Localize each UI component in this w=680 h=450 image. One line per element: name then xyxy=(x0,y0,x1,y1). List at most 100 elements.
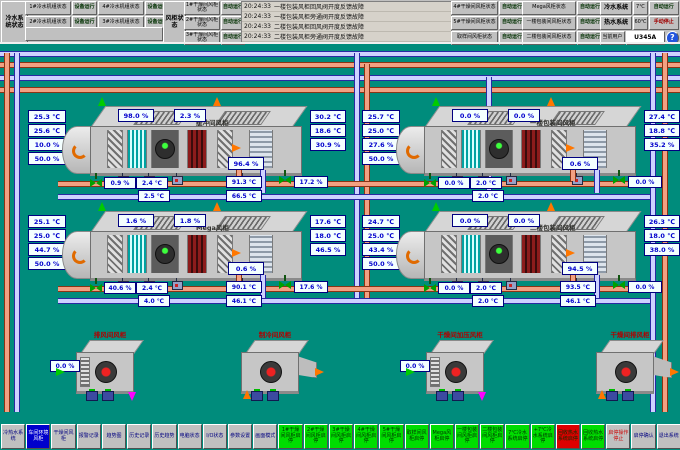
supply-air-temp: 30.2 ℃ xyxy=(310,110,346,123)
hot-water-valve[interactable] xyxy=(279,280,291,290)
hot-water-valve[interactable] xyxy=(613,280,625,290)
alarm-row[interactable]: 20:24:33 一楼包装风柜旁通阀开度反馈故障 xyxy=(242,12,451,22)
taskbar-button[interactable]: 报警记录 xyxy=(77,424,101,449)
taskbar-button[interactable]: 退出系统 xyxy=(657,424,680,449)
exhaust-fan-stopped[interactable] xyxy=(445,361,467,383)
coil-temp-readout-2: 4.0 ℃ xyxy=(138,295,170,307)
ahu-body[interactable] xyxy=(90,231,302,281)
ahu-body[interactable] xyxy=(424,126,636,176)
taskbar-button[interactable]: Mega风柜启停 xyxy=(430,424,454,449)
taskbar-button[interactable]: 车间环境风柜 xyxy=(26,424,50,449)
hot-water-valve[interactable] xyxy=(279,175,291,185)
cold-return-main-pipe xyxy=(0,75,680,81)
taskbar-button[interactable]: 启停操作停止 xyxy=(606,424,630,449)
supply-fan[interactable] xyxy=(489,139,509,159)
chiller-name: 1#冷水机组状态 xyxy=(25,1,71,15)
exhaust-fan-stopped[interactable] xyxy=(615,361,637,383)
fan-status-grid-mid: 4#干燥间风柜状态 自动运行 5#干燥间风柜状态 自动运行 取样间风柜状态 自动… xyxy=(451,1,525,45)
ahu-body[interactable] xyxy=(424,231,636,281)
taskbar-button[interactable]: 1#干燥间风柜启停 xyxy=(278,424,302,449)
heating-coil xyxy=(187,235,207,273)
taskbar-button[interactable]: 3#干燥间风柜启停 xyxy=(329,424,353,449)
alarm-message: 一楼包装风柜旁通阀开度反馈故障 xyxy=(274,12,451,21)
supply-fan[interactable] xyxy=(489,244,509,264)
damper-valve[interactable] xyxy=(90,283,102,293)
taskbar-button[interactable]: 2#干燥间风柜启停 xyxy=(304,424,328,449)
alarm-time: 20:24:33 xyxy=(242,23,274,30)
damper-opening-top2: 1.8 % xyxy=(174,214,206,227)
airflow-up-arrow-orange xyxy=(213,202,221,211)
temp-setpoint: 25.0 ℃ xyxy=(362,124,400,137)
taskbar-button-label: 3#干燥间风柜启停 xyxy=(331,427,351,444)
supply-fan[interactable] xyxy=(155,139,175,159)
inlet-duct-icon xyxy=(406,248,422,264)
humidity-setpoint: 50.0 % xyxy=(28,152,66,165)
taskbar-button[interactable]: 趋势图 xyxy=(102,424,126,449)
fan-status-grid-right: Mega风柜状态 自动运行 一楼包装间风柜状态 自动运行 二楼包装间风柜状态 自… xyxy=(522,1,603,45)
taskbar-button[interactable]: 一楼包装间风柜启停 xyxy=(455,424,479,449)
chiller-empty-cell xyxy=(25,27,163,41)
taskbar-button[interactable]: 7℃冷水系统启停 xyxy=(505,424,529,449)
taskbar-button[interactable]: 电脑状态 xyxy=(178,424,202,449)
supply-temp-setpoint: 18.0 ℃ xyxy=(644,229,680,242)
water-system-panel: 冷水系统 7℃ 自动运行 热水系统 60℃ 手动停止 当前用户 U345A ? xyxy=(600,1,679,45)
motor-terminal xyxy=(102,391,114,401)
fan-status-row: 2#干燥间风柜状态 自动运行 xyxy=(184,16,245,30)
taskbar-button-label: 历史趋势 xyxy=(154,433,174,439)
taskbar-button[interactable]: 历史记录 xyxy=(127,424,151,449)
supply-fan[interactable] xyxy=(155,244,175,264)
hot-valve-opening: 17.6 % xyxy=(294,281,328,293)
damper-opening-readout: 0.9 % xyxy=(104,177,136,189)
small-unit-body[interactable] xyxy=(426,352,484,394)
damper-valve[interactable] xyxy=(424,178,436,188)
hot-valve-opening: 17.2 % xyxy=(294,176,328,188)
taskbar-button[interactable]: 参数设置 xyxy=(228,424,252,449)
taskbar-button[interactable]: 5#干燥间风柜启停 xyxy=(379,424,403,449)
coil-temp-readout-1: 2.0 ℃ xyxy=(470,282,502,294)
inlet-arrow-green xyxy=(56,368,65,376)
taskbar-button[interactable]: 启停确认 xyxy=(631,424,655,449)
taskbar-button[interactable]: 画面模式 xyxy=(253,424,277,449)
small-unit-body[interactable] xyxy=(241,352,299,394)
filter-section xyxy=(441,130,457,168)
hot-water-valve[interactable] xyxy=(613,175,625,185)
taskbar-button[interactable]: +7℃冷水系统启停 xyxy=(531,424,555,449)
taskbar-button[interactable]: 回收热水系统启停 xyxy=(581,424,605,449)
damper-valve[interactable] xyxy=(424,283,436,293)
fan-section xyxy=(485,130,513,168)
hot-water-temp: 93.5 ℃ xyxy=(560,281,596,293)
inlet-arrow-orange xyxy=(243,390,251,399)
return-air-temp: 24.7 ℃ xyxy=(362,215,400,228)
alarm-row[interactable]: 20:24:33 一楼包装风柜回风阀开度反馈故障 xyxy=(242,2,451,12)
taskbar-button[interactable]: 4#干燥间风柜启停 xyxy=(354,424,378,449)
alarm-list: 20:24:33 一楼包装风柜回风阀开度反馈故障 20:24:33 一楼包装风柜… xyxy=(241,1,452,43)
cold-water-temp: 66.5 ℃ xyxy=(226,190,262,202)
exhaust-fan-stopped[interactable] xyxy=(260,361,282,383)
coil-temp-readout-2: 2.0 ℃ xyxy=(472,295,504,307)
taskbar-button[interactable]: 冷热水系统 xyxy=(1,424,25,449)
taskbar-button[interactable]: 取样间风柜启停 xyxy=(405,424,429,449)
small-unit-body[interactable] xyxy=(596,352,654,394)
fan-cabinet-name: Mega风柜状态 xyxy=(522,1,576,15)
taskbar-button[interactable]: 二楼包装间风柜启停 xyxy=(480,424,504,449)
return-air-temp: 25.1 ℃ xyxy=(28,215,66,228)
taskbar-button[interactable]: I/O状态 xyxy=(203,424,227,449)
cold-water-run-status: 自动运行 xyxy=(649,1,679,15)
taskbar-button[interactable]: 历史趋势 xyxy=(152,424,176,449)
return-air-humidity: 10.0 % xyxy=(28,138,66,151)
taskbar-button[interactable]: 干燥间风柜 xyxy=(51,424,75,449)
filter-section xyxy=(107,130,123,168)
heating-coil xyxy=(521,235,541,273)
alarm-message: 二楼包装风柜旁通阀开度反馈故障 xyxy=(274,32,451,41)
airflow-up-arrow-orange xyxy=(547,97,555,106)
airflow-up-arrow-green xyxy=(432,97,440,106)
alarm-row[interactable]: 20:24:33 二楼包装风柜旁通阀开度反馈故障 xyxy=(242,32,451,42)
alarm-row[interactable]: 20:24:33 二楼包装风柜回风阀开度反馈故障 xyxy=(242,22,451,32)
exhaust-fan-stopped[interactable] xyxy=(95,361,117,383)
small-fan-unit: 制冷间风柜 xyxy=(215,328,335,412)
taskbar-button[interactable]: 回收热水系统启停 xyxy=(556,424,580,449)
damper-valve[interactable] xyxy=(90,178,102,188)
ahu-body[interactable] xyxy=(90,126,302,176)
small-unit-body[interactable] xyxy=(76,352,134,394)
header-divider xyxy=(0,42,680,44)
